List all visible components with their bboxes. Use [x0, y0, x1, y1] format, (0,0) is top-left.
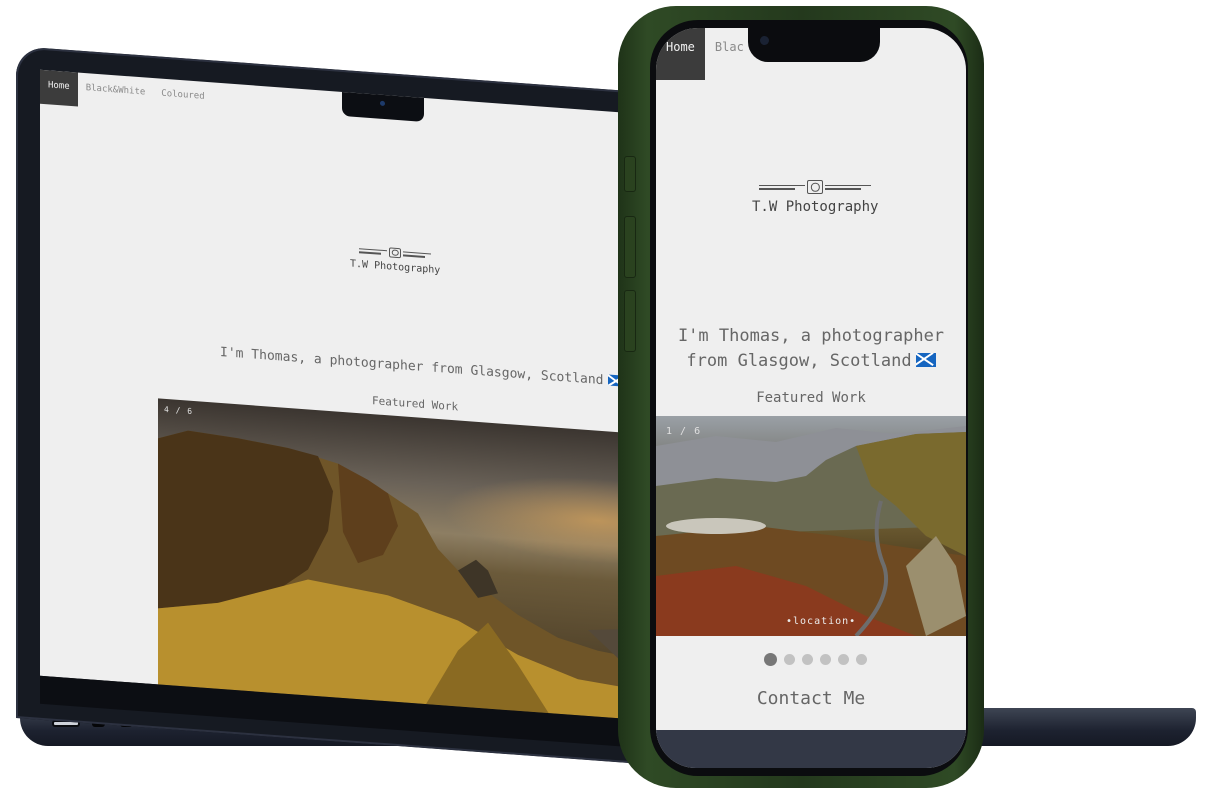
slide-dot[interactable]: [764, 653, 777, 666]
intro-line-2: from Glasgow, Scotland: [666, 349, 956, 374]
camera-icon: [380, 100, 385, 107]
featured-heading: Featured Work: [756, 390, 866, 406]
slide-dot[interactable]: [802, 654, 813, 665]
intro-text: I'm Thomas, a photographer from Glasgow,…: [220, 345, 624, 390]
phone-volume-up-button: [624, 216, 636, 278]
slide-counter: 1 / 6: [666, 426, 702, 437]
slide-dot[interactable]: [784, 654, 795, 665]
logo-text: T.W Photography: [350, 258, 441, 277]
logo-graphic: [359, 245, 432, 260]
logo-lines-left: [359, 247, 388, 255]
tab-home[interactable]: Home: [656, 28, 705, 80]
slide-dot[interactable]: [838, 654, 849, 665]
slide-dot[interactable]: [820, 654, 831, 665]
phone-silent-switch: [624, 156, 636, 192]
logo-lines-left: [759, 184, 806, 190]
camera-icon: [760, 36, 769, 45]
slide-caption: •location•: [786, 616, 857, 627]
tab-black-white[interactable]: Blac: [705, 28, 754, 80]
intro-label: from Glasgow, Scotland: [686, 351, 912, 371]
logo-graphic: [759, 180, 872, 194]
slide-dot[interactable]: [856, 654, 867, 665]
scotland-flag-icon: [915, 353, 936, 367]
phone-device: Home Blac T.W Photography I'm Thomas, a …: [618, 6, 984, 788]
phone-bezel: Home Blac T.W Photography I'm Thomas, a …: [650, 20, 968, 776]
phone-notch: [748, 28, 880, 62]
logo-lines-right: [403, 250, 432, 258]
landscape-illustration: [656, 426, 966, 636]
intro-label: I'm Thomas, a photographer from Glasgow,…: [220, 344, 604, 389]
logo-lines-right: [825, 184, 872, 190]
tab-coloured[interactable]: Coloured: [153, 78, 212, 116]
contact-heading[interactable]: Contact Me: [656, 688, 966, 709]
nav-bar: Home Blac: [656, 28, 754, 80]
camera-icon: [807, 180, 824, 194]
tab-home[interactable]: Home: [40, 69, 78, 107]
site-logo[interactable]: T.W Photography: [350, 245, 441, 277]
laptop-device: Home Black&White Coloured T.W Photograph…: [16, 46, 656, 765]
featured-heading: Featured Work: [372, 394, 459, 414]
phone-screen: Home Blac T.W Photography I'm Thomas, a …: [656, 28, 966, 768]
landscape-illustration: [158, 430, 656, 721]
phone-volume-down-button: [624, 290, 636, 352]
tab-black-white[interactable]: Black&White: [78, 73, 154, 113]
intro-text: I'm Thomas, a photographer from Glasgow,…: [666, 324, 956, 374]
logo-text: T.W Photography: [752, 199, 879, 215]
nav-bar: Home Black&White Coloured: [40, 69, 213, 117]
featured-slide-image[interactable]: 4 / 6: [158, 398, 656, 721]
laptop-screen: Home Black&White Coloured T.W Photograph…: [40, 69, 656, 721]
camera-icon: [389, 247, 402, 259]
featured-slide-image[interactable]: 1 / 6 •location•: [656, 416, 966, 636]
site-logo[interactable]: T.W Photography: [752, 180, 878, 215]
intro-line: I'm Thomas, a photographer: [677, 326, 945, 346]
page-footer: [656, 730, 966, 768]
slide-dots: [764, 653, 867, 666]
